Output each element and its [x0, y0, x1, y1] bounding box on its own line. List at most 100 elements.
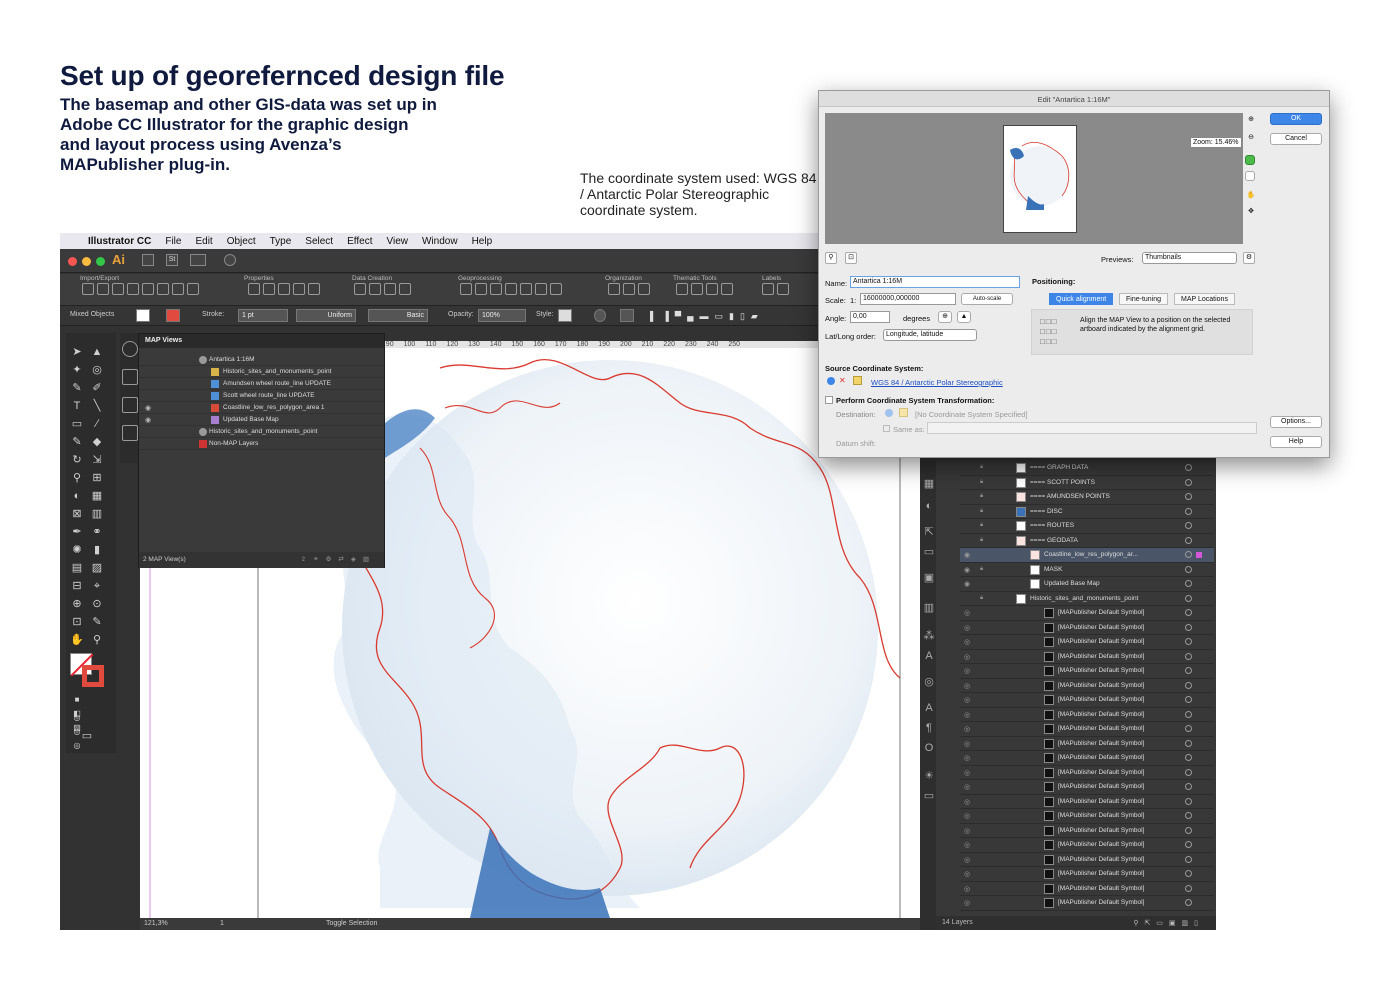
lock-icon[interactable]: 🔒︎	[980, 508, 983, 515]
eye-icon[interactable]: ◉	[964, 580, 970, 588]
layer-row[interactable]: ◉ Updated Base Map	[960, 577, 1214, 592]
target-icon[interactable]	[1185, 580, 1192, 587]
join-icon[interactable]	[505, 283, 517, 295]
table-icon[interactable]	[127, 283, 139, 295]
attributes-dock-icon[interactable]	[122, 369, 138, 385]
menu-view[interactable]: View	[386, 236, 408, 247]
edit-schema-icon[interactable]	[623, 283, 635, 295]
buffer-icon[interactable]	[460, 283, 472, 295]
export-panel-icon[interactable]: ⇱	[922, 525, 936, 539]
symbol-layer-row[interactable]: ◎ [MAPublisher Default Symbol]	[960, 896, 1214, 911]
eye-icon[interactable]: ◎	[964, 667, 970, 675]
map-pen-icon[interactable]: ✎	[90, 615, 104, 629]
app-name-menu[interactable]: Illustrator CC	[88, 236, 151, 247]
eye-icon[interactable]: ◎	[964, 711, 970, 719]
fit-artboard-icon[interactable]	[1245, 155, 1255, 165]
target-icon[interactable]	[1185, 754, 1192, 761]
layer-row[interactable]: ◉ 🔒︎ MASK	[960, 563, 1214, 577]
clear-icon[interactable]: ✕	[839, 377, 846, 385]
libraries-panel-icon[interactable]: ▭	[922, 545, 936, 559]
slice-tool-icon[interactable]: ▨	[90, 561, 104, 575]
target-icon[interactable]	[1185, 522, 1192, 529]
layer-row[interactable]: 🔒︎ ==== AMUNDSEN POINTS	[960, 490, 1214, 505]
target-icon[interactable]	[1185, 739, 1192, 747]
eye-icon[interactable]: ◎	[964, 856, 970, 864]
eye-icon[interactable]: ◎	[964, 682, 970, 690]
bookmark-icon[interactable]	[638, 283, 650, 295]
target-icon[interactable]	[1185, 493, 1192, 500]
eye-icon[interactable]: ◉	[964, 566, 970, 574]
eye-icon[interactable]: ◉	[145, 404, 151, 412]
layers-dock-icon[interactable]	[122, 397, 138, 413]
angle-input[interactable]: 0,00	[850, 311, 890, 323]
brush-definition[interactable]: Basic	[368, 309, 428, 322]
symbol-layer-row[interactable]: ◎ [MAPublisher Default Symbol]	[960, 766, 1214, 780]
lock-icon[interactable]: 🔒︎	[980, 537, 983, 544]
symbol-layer-row[interactable]: ◎ [MAPublisher Default Symbol]	[960, 693, 1214, 708]
eye-icon[interactable]: ◎	[964, 885, 970, 893]
transform-panel-icon[interactable]: ▣	[922, 571, 936, 585]
target-icon[interactable]	[1185, 638, 1192, 645]
symbol-layer-row[interactable]: ◎ [MAPublisher Default Symbol]	[960, 606, 1214, 621]
grid-thematic-icon[interactable]	[721, 283, 733, 295]
target-icon[interactable]	[1185, 565, 1192, 573]
fill-swatch[interactable]	[136, 309, 150, 322]
symbol-layer-row[interactable]: ◎ [MAPublisher Default Symbol]	[960, 838, 1214, 853]
eraser-tool-icon[interactable]: ◆	[90, 435, 104, 449]
map-views-icon[interactable]	[248, 283, 260, 295]
menu-file[interactable]: File	[165, 236, 181, 247]
eye-icon[interactable]: ◎	[964, 798, 970, 806]
label-icon[interactable]	[762, 283, 774, 295]
symbol-layer-row[interactable]: ◎ [MAPublisher Default Symbol]	[960, 621, 1214, 635]
menu-type[interactable]: Type	[270, 236, 292, 247]
type-tool-icon[interactable]: T	[70, 399, 84, 413]
coordinates-icon[interactable]	[293, 283, 305, 295]
download-icon[interactable]	[157, 283, 169, 295]
hand-tool-icon[interactable]: ✋	[70, 633, 84, 647]
target-icon[interactable]	[1185, 783, 1192, 790]
non-map-layers-row[interactable]: Non-MAP Layers	[139, 438, 384, 450]
symbol-layer-row[interactable]: ◎ [MAPublisher Default Symbol]	[960, 867, 1214, 882]
line-tool-icon[interactable]: ╲	[90, 399, 104, 413]
lock-icon[interactable]: 🔒︎	[980, 566, 983, 573]
menu-edit[interactable]: Edit	[195, 236, 212, 247]
symbol-layer-row[interactable]: ◎ [MAPublisher Default Symbol]	[960, 722, 1214, 737]
status-action[interactable]: Toggle Selection	[326, 920, 377, 927]
eye-icon[interactable]: ◎	[964, 740, 970, 748]
color-mode-icon[interactable]: ■ ◧ ▨	[70, 693, 84, 732]
lock-icon[interactable]: 🔒︎	[980, 493, 983, 500]
auto-scale-button[interactable]: Auto-scale	[961, 293, 1013, 305]
eye-icon[interactable]: ◉	[145, 416, 151, 424]
export-icon[interactable]	[97, 283, 109, 295]
attributes-icon[interactable]	[263, 283, 275, 295]
transform-checkbox[interactable]	[825, 396, 833, 404]
previews-select[interactable]: Thumbnails	[1142, 252, 1237, 264]
clip-icon[interactable]	[490, 283, 502, 295]
target-icon[interactable]	[1185, 884, 1192, 892]
target-icon[interactable]	[1185, 478, 1192, 486]
lock-icon[interactable]: 🔒︎	[980, 464, 983, 471]
screen-mode-icon[interactable]: ▭	[80, 729, 94, 743]
menu-select[interactable]: Select	[305, 236, 333, 247]
symbol-layer-row[interactable]: ◎ [MAPublisher Default Symbol]	[960, 635, 1214, 650]
artboards-panel-icon[interactable]: ▭	[922, 789, 936, 803]
source-cs-link[interactable]: WGS 84 / Antarctic Polar Stereographic	[871, 378, 1003, 387]
layer-row[interactable]: 🔒︎ ==== GEODATA	[960, 534, 1214, 548]
map-point-icon[interactable]: ⊙	[90, 597, 104, 611]
arrange-documents-icon[interactable]	[190, 254, 206, 266]
minimize-window-button[interactable]	[82, 257, 91, 266]
eye-icon[interactable]: ◉	[964, 551, 970, 559]
target-icon[interactable]	[1185, 551, 1192, 558]
map-location-tool-icon[interactable]: ⌖	[90, 579, 104, 593]
map-preview[interactable]: Zoom: 15.46%	[825, 113, 1243, 244]
variable-width-profile[interactable]: Uniform	[296, 309, 356, 322]
layers-actions-icon[interactable]: ⚲⇱▭▣▥▯	[1133, 919, 1204, 927]
brightness-panel-icon[interactable]: ☀	[922, 769, 936, 783]
map-view-layer-row[interactable]: Historic_sites_and_monuments_point	[139, 426, 384, 438]
symbol-layer-row[interactable]: ◎ [MAPublisher Default Symbol]	[960, 853, 1214, 867]
layer-row[interactable]: 🔒︎ Historic_sites_and_monuments_point	[960, 592, 1214, 606]
symbol-layer-row[interactable]: ◎ [MAPublisher Default Symbol]	[960, 824, 1214, 838]
move-icon[interactable]: ✥	[1245, 207, 1257, 219]
target-icon[interactable]	[1185, 855, 1192, 863]
symbol-layer-row[interactable]: ◎ [MAPublisher Default Symbol]	[960, 795, 1214, 809]
